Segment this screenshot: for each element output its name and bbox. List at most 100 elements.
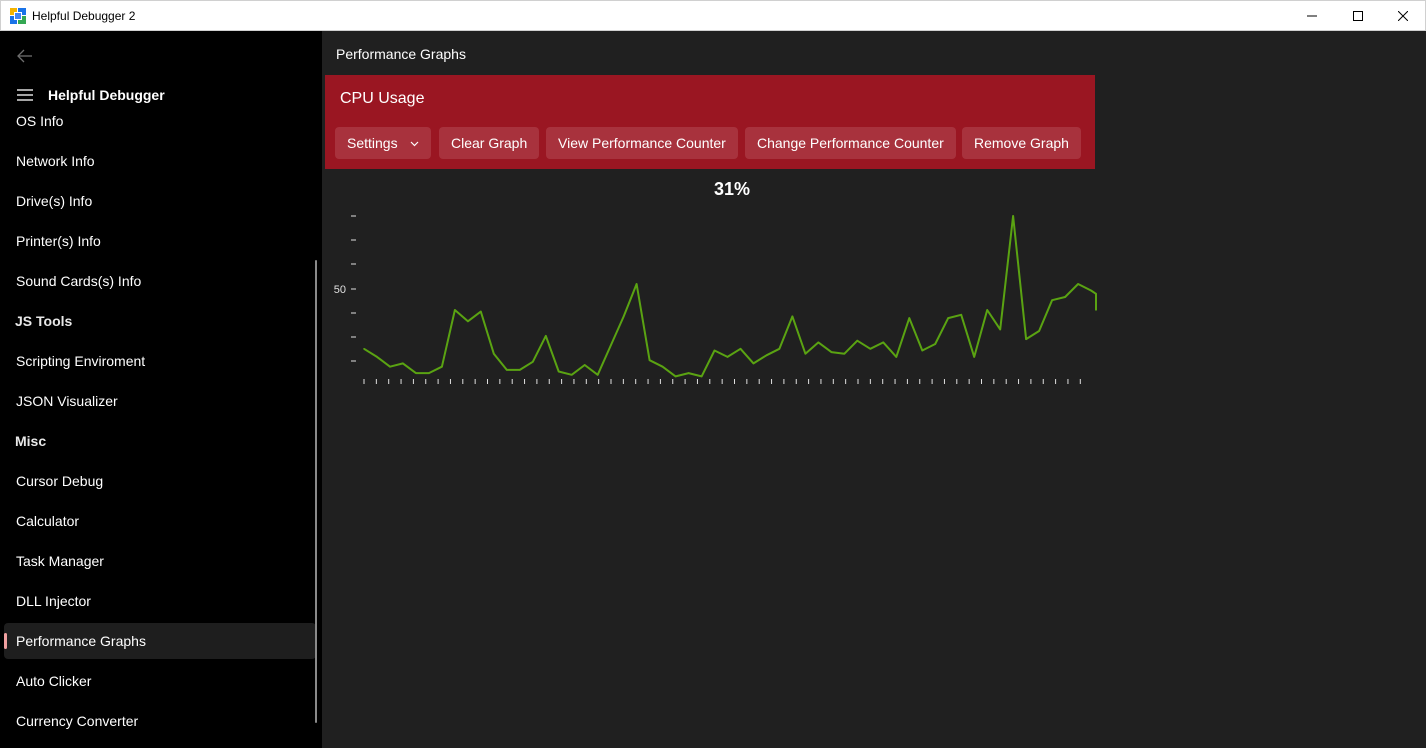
close-button[interactable] [1380, 1, 1426, 31]
data-point [609, 344, 612, 347]
data-point [1012, 215, 1014, 217]
chevron-down-icon [410, 141, 419, 147]
main-content: Performance Graphs CPU Usage Settings Cl… [322, 31, 1426, 748]
data-point [661, 365, 664, 368]
sidebar-header-js-tools: JS Tools [15, 313, 73, 329]
data-point [545, 335, 547, 337]
sidebar-item-performance-graphs[interactable]: Performance Graphs [4, 623, 316, 659]
data-point [869, 348, 872, 350]
data-point [973, 356, 975, 358]
data-point [467, 320, 469, 323]
data-point [895, 356, 898, 358]
current-value-readout: 31% [714, 179, 751, 199]
data-point [817, 341, 820, 344]
clear-graph-button[interactable]: Clear Graph [439, 127, 540, 159]
data-point [441, 365, 443, 368]
remove-graph-button[interactable]: Remove Graph [962, 127, 1081, 159]
settings-dropdown-button[interactable]: Settings [335, 127, 431, 159]
sidebar-item-currency-converter[interactable]: Currency Converter [4, 703, 316, 739]
sidebar-item-scripting-environment[interactable]: Scripting Enviroment [4, 343, 316, 379]
data-point [493, 352, 495, 355]
data-point [765, 354, 768, 357]
sidebar-item-label: Printer(s) Info [16, 233, 101, 249]
sidebar-item-os-info[interactable]: OS Info [4, 103, 316, 139]
title-bar: Helpful Debugger 2 [0, 0, 1426, 31]
minimize-button[interactable] [1289, 1, 1335, 31]
data-point [752, 362, 755, 365]
data-point [960, 314, 962, 316]
sidebar-item-label: OS Info [16, 113, 64, 129]
data-point [778, 348, 781, 350]
sidebar-item-label: Cursor Debug [16, 473, 104, 489]
sidebar-item-task-manager[interactable]: Task Manager [4, 543, 316, 579]
data-point [428, 372, 430, 374]
sidebar-item-calculator[interactable]: Calculator [4, 503, 316, 539]
change-performance-counter-button[interactable]: Change Performance Counter [745, 127, 956, 159]
data-point [363, 348, 365, 350]
data-point [402, 362, 404, 365]
data-point [1051, 299, 1053, 301]
close-icon [1398, 11, 1408, 21]
sidebar-item-printers-info[interactable]: Printer(s) Info [4, 223, 316, 259]
data-point [532, 361, 534, 363]
data-point [1090, 289, 1092, 292]
y-axis-tick-label: 50 [334, 284, 346, 296]
data-point [921, 349, 924, 352]
maximize-icon [1353, 11, 1363, 21]
sidebar-item-label: Network Info [16, 153, 95, 169]
data-point [713, 349, 716, 352]
sidebar-item-cursor-debug[interactable]: Cursor Debug [4, 463, 316, 499]
sidebar-item-label: DLL Injector [16, 593, 91, 609]
data-point [843, 352, 846, 355]
sidebar-item-drives-info[interactable]: Drive(s) Info [4, 183, 316, 219]
data-point [1095, 309, 1097, 311]
data-point [570, 374, 573, 376]
data-point [674, 375, 677, 378]
data-point [804, 352, 807, 355]
back-arrow-icon[interactable] [16, 48, 34, 64]
data-point [856, 339, 859, 342]
data-point [389, 365, 391, 368]
sidebar-item-sound-cards-info[interactable]: Sound Cards(s) Info [4, 263, 316, 299]
data-point [1038, 330, 1040, 332]
data-point [700, 375, 703, 378]
sidebar-item-dll-injector[interactable]: DLL Injector [4, 583, 316, 619]
sidebar-item-network-info[interactable]: Network Info [4, 143, 316, 179]
data-point [934, 343, 936, 345]
sidebar-item-label: Calculator [16, 513, 80, 529]
data-point [882, 341, 885, 344]
navigation-pane: Helpful Debugger OS Info Network Info Dr… [0, 31, 322, 748]
sidebar-item-label: JSON Visualizer [16, 393, 118, 409]
hamburger-menu-icon[interactable] [17, 89, 33, 101]
cpu-usage-graph: 50 [334, 215, 1097, 384]
data-point [1077, 283, 1079, 285]
sidebar-header-misc: Misc [15, 433, 47, 449]
sidebar-item-json-visualizer[interactable]: JSON Visualizer [4, 383, 316, 419]
page-title: Performance Graphs [336, 46, 466, 62]
data-point [454, 309, 456, 311]
sidebar-item-label: Performance Graphs [16, 633, 146, 649]
data-point [999, 328, 1001, 331]
data-point [480, 310, 482, 313]
data-point [1064, 296, 1066, 298]
data-point [908, 317, 911, 319]
sidebar-scrollbar[interactable] [315, 260, 317, 723]
maximize-button[interactable] [1335, 1, 1381, 31]
sidebar-item-label: Task Manager [16, 553, 104, 569]
data-point [415, 372, 417, 374]
data-point [791, 315, 794, 318]
sidebar-item-auto-clicker[interactable]: Auto Clicker [4, 663, 316, 699]
data-point [648, 359, 651, 361]
graph-card-header: CPU Usage Settings Clear Graph View Perf… [325, 75, 1095, 169]
data-point [635, 283, 638, 285]
sidebar-item-label: Drive(s) Info [16, 193, 93, 209]
data-point [376, 356, 378, 358]
data-point [583, 364, 586, 366]
data-point [986, 309, 988, 311]
data-point [596, 374, 599, 376]
view-performance-counter-button[interactable]: View Performance Counter [546, 127, 738, 159]
data-point [947, 317, 949, 319]
data-point [519, 369, 521, 371]
data-point [557, 370, 560, 373]
data-point [1025, 338, 1027, 340]
